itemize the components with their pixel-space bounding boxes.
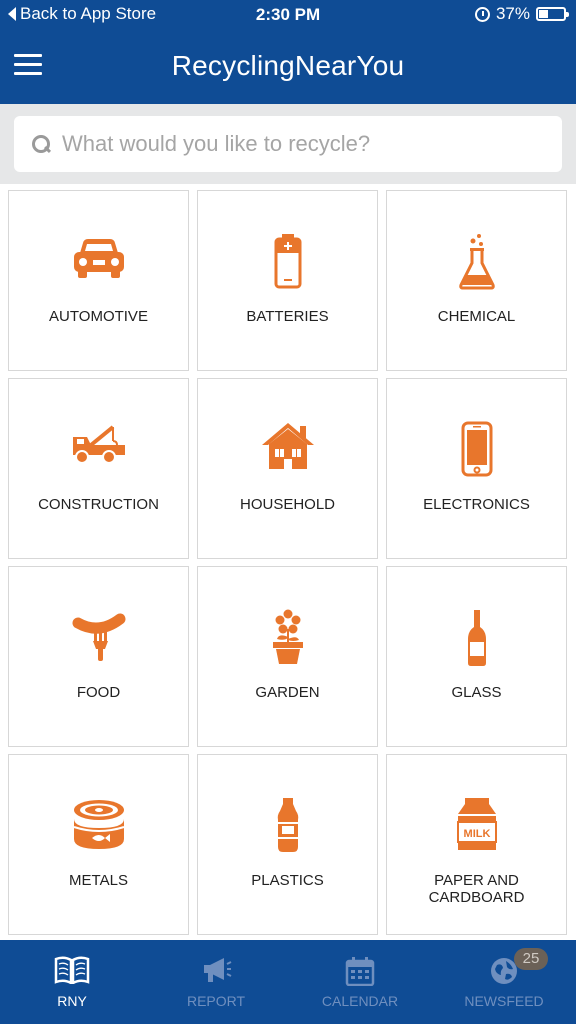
battery-status-icon [536, 7, 569, 21]
tab-label: NEWSFEED [464, 993, 544, 1009]
category-label: PAPER AND CARDBOARD [428, 872, 525, 906]
sausage-fork-icon [9, 609, 188, 667]
notification-badge: 25 [514, 948, 548, 970]
category-tile-plastics[interactable]: PLASTICS [197, 754, 378, 935]
category-tile-metals[interactable]: METALS [8, 754, 189, 935]
smartphone-icon [387, 421, 566, 479]
book-icon [0, 956, 144, 986]
category-label: PLASTICS [251, 872, 324, 889]
house-icon [198, 421, 377, 479]
category-tile-garden[interactable]: GARDEN [197, 566, 378, 747]
tab-bar: RNY REPORT CALENDAR NEWSFEED 25 [0, 940, 576, 1024]
category-tile-construction[interactable]: CONSTRUCTION [8, 378, 189, 559]
calendar-icon [288, 956, 432, 986]
search-box[interactable] [14, 116, 562, 172]
milk-carton-icon: MILK [387, 797, 566, 855]
category-label: GARDEN [255, 684, 320, 701]
megaphone-icon [144, 956, 288, 986]
tab-report[interactable]: REPORT [144, 940, 288, 1024]
globe-icon [432, 956, 576, 986]
category-label: AUTOMOTIVE [49, 308, 148, 325]
search-bar-container [0, 104, 576, 184]
tab-newsfeed[interactable]: NEWSFEED 25 [432, 940, 576, 1024]
category-tile-chemical[interactable]: CHEMICAL [386, 190, 567, 371]
search-icon [32, 135, 50, 153]
battery-icon [198, 233, 377, 291]
category-label: BATTERIES [246, 308, 329, 325]
category-label: GLASS [451, 684, 502, 701]
category-label: METALS [69, 872, 128, 889]
category-label: FOOD [76, 684, 121, 701]
flower-pot-icon [198, 609, 377, 667]
tab-label: RNY [57, 993, 87, 1009]
tab-calendar[interactable]: CALENDAR [288, 940, 432, 1024]
plastic-bottle-icon [198, 797, 377, 855]
category-tile-household[interactable]: HOUSEHOLD [197, 378, 378, 559]
status-bar: Back to App Store 2:30 PM 37% [0, 0, 576, 30]
car-icon [9, 233, 188, 291]
category-label: CONSTRUCTION [38, 496, 159, 513]
tin-can-icon [9, 797, 188, 855]
category-tile-batteries[interactable]: BATTERIES [197, 190, 378, 371]
bottle-icon [387, 609, 566, 667]
nav-bar: RecyclingNearYou [0, 30, 576, 104]
search-input[interactable] [62, 131, 542, 157]
flask-icon [387, 233, 566, 291]
category-tile-paper-and-cardboard[interactable]: MILK PAPER AND CARDBOARD [386, 754, 567, 935]
alarm-icon [474, 6, 490, 22]
category-tile-electronics[interactable]: ELECTRONICS [386, 378, 567, 559]
battery-percent: 37% [495, 4, 530, 23]
app-title: RecyclingNearYou [171, 50, 405, 81]
category-label: HOUSEHOLD [239, 496, 336, 513]
tab-label: CALENDAR [321, 993, 399, 1009]
category-label: CHEMICAL [437, 308, 516, 325]
tab-label: REPORT [186, 993, 246, 1009]
tow-truck-icon [9, 421, 188, 479]
category-grid: AUTOMOTIVE BATTERIES CHEMICAL CONSTRUCTION H… [8, 190, 567, 935]
category-grid-area: AUTOMOTIVE BATTERIES CHEMICAL CONSTRUCTION H… [0, 184, 576, 940]
tab-rny[interactable]: RNY [0, 940, 144, 1024]
category-tile-automotive[interactable]: AUTOMOTIVE [8, 190, 189, 371]
category-tile-food[interactable]: FOOD [8, 566, 189, 747]
category-tile-glass[interactable]: GLASS [386, 566, 567, 747]
category-label: ELECTRONICS [423, 496, 530, 513]
milk-carton-text: MILK [463, 828, 490, 840]
